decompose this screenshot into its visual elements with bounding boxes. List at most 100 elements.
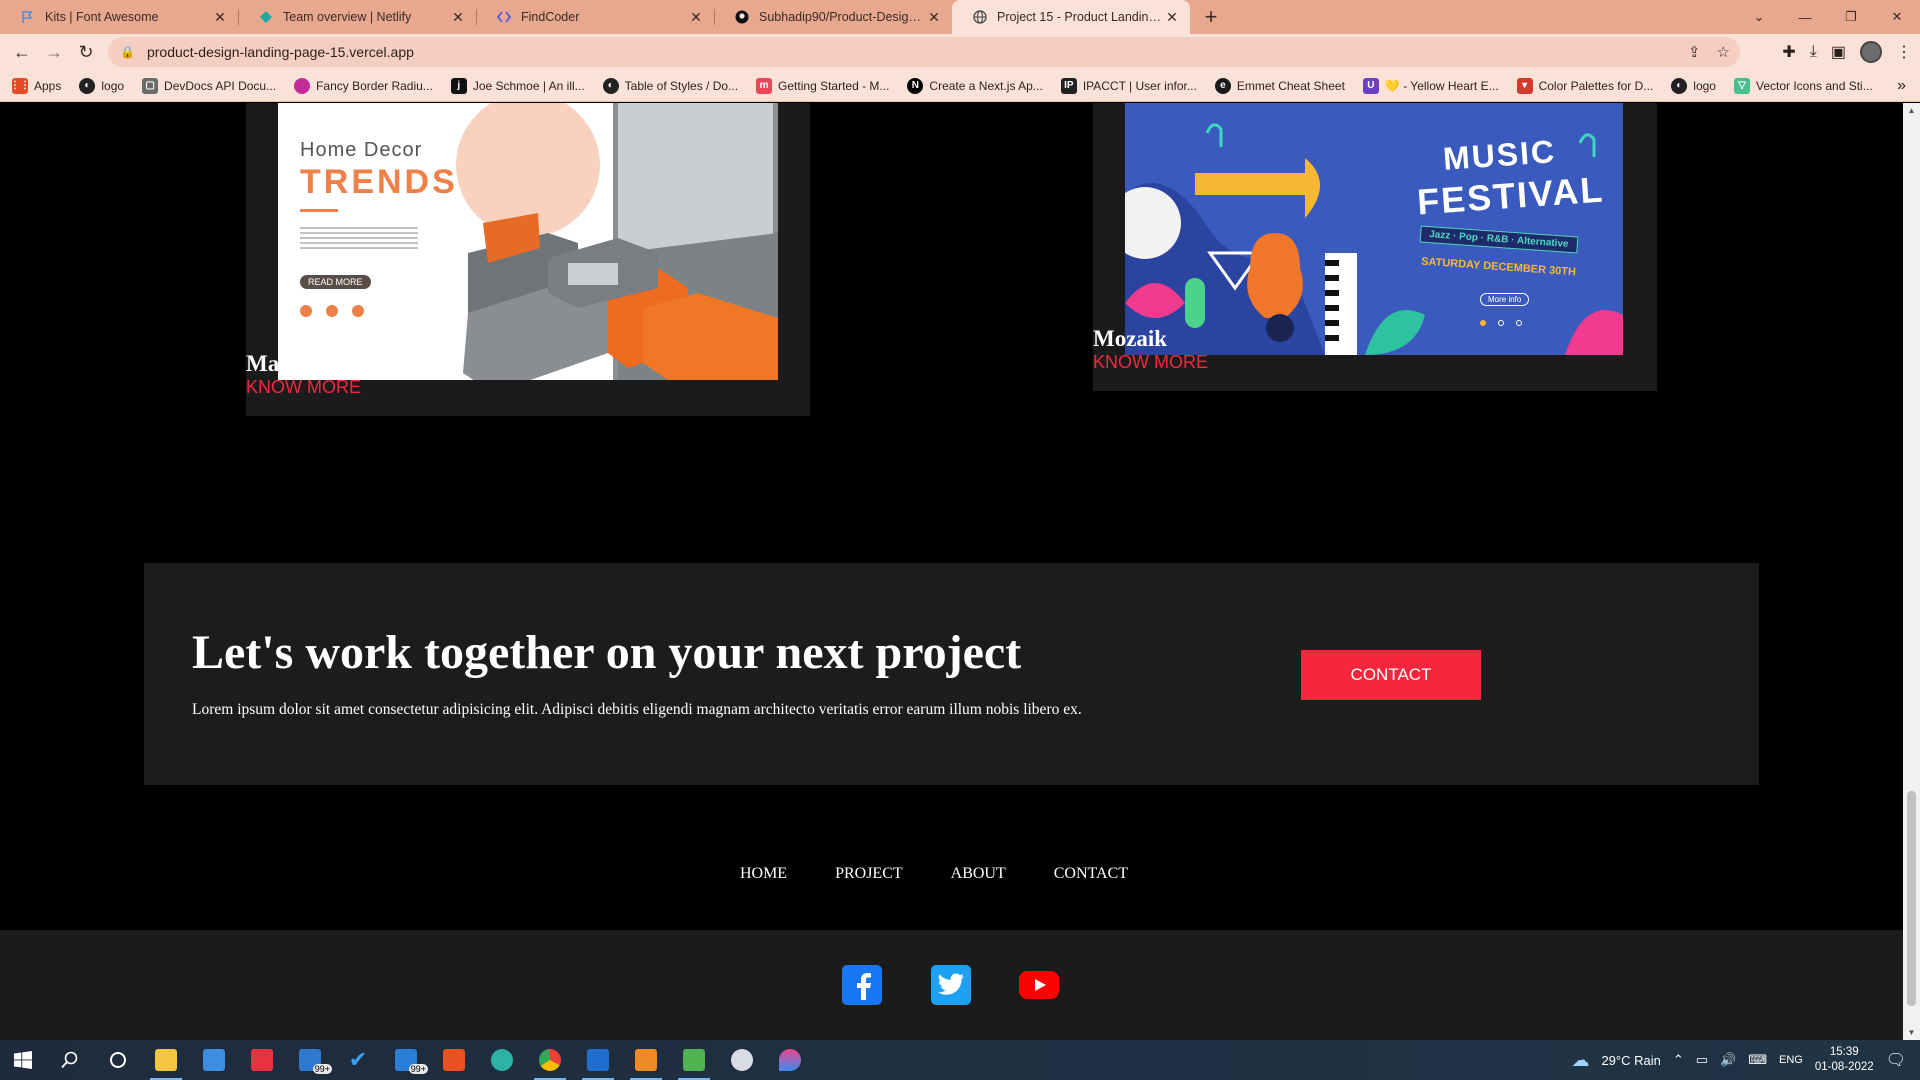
scroll-up-icon[interactable]: ▲	[1903, 106, 1920, 115]
bookmark-joe-schmoe[interactable]: j Joe Schmoe | An ill...	[450, 77, 585, 94]
clock-time: 15:39	[1829, 1046, 1859, 1058]
share-icon[interactable]: ⇪	[1688, 43, 1701, 61]
reload-icon[interactable]: ↻	[70, 36, 102, 68]
youtube-icon[interactable]	[1019, 965, 1059, 1005]
side-panel-icon[interactable]: ▣	[1831, 42, 1846, 62]
star-icon[interactable]: ☆	[1717, 43, 1730, 61]
twitter-icon[interactable]	[931, 965, 971, 1005]
clock[interactable]: 15:39 01-08-2022	[1815, 1045, 1874, 1075]
notification-badge: 99+	[408, 1064, 428, 1074]
close-icon[interactable]: ✕	[212, 9, 228, 26]
music-festival-image[interactable]: MUSIC FESTIVAL Jazz · Pop · R&B · Altern…	[1125, 103, 1623, 355]
bookmark-table-of-styles[interactable]: ◐ Table of Styles / Do...	[602, 77, 738, 94]
close-icon[interactable]: ✕	[926, 9, 942, 26]
tab-font-awesome[interactable]: Kits | Font Awesome ✕	[0, 0, 238, 34]
bookmark-fancy-border[interactable]: Fancy Border Radiu...	[294, 77, 433, 94]
bookmark-devdocs[interactable]: ▢ DevDocs API Docu...	[142, 77, 276, 94]
tab-project-15[interactable]: Project 15 - Product Landing Pag ✕	[952, 0, 1190, 34]
facebook-icon	[300, 305, 312, 317]
logo-icon: ◐	[79, 77, 96, 94]
mail-icon[interactable]: 99+	[286, 1040, 334, 1080]
cortana-icon[interactable]	[94, 1040, 142, 1080]
restore-icon[interactable]: ❐	[1828, 0, 1874, 34]
bookmark-apps[interactable]: ⋮⋮ Apps	[10, 77, 61, 94]
chevron-up-icon[interactable]: ⌃	[1673, 1052, 1684, 1068]
search-icon[interactable]	[46, 1040, 94, 1080]
scrollbar-thumb[interactable]	[1907, 791, 1916, 1006]
system-tray: ☁ 29°C Rain ⌃ ▭ 🔊 ⌨ ENG 15:39 01-08-2022…	[1571, 1040, 1920, 1080]
forward-icon[interactable]: →	[38, 36, 70, 68]
tab-title: FindCoder	[521, 10, 580, 24]
bookmark-yellow-heart[interactable]: U 💛 - Yellow Heart E...	[1362, 77, 1499, 94]
close-icon[interactable]: ✕	[688, 9, 704, 26]
footer-link-about[interactable]: ABOUT	[951, 865, 1006, 883]
menu-icon[interactable]: ⋮	[1896, 42, 1912, 62]
close-icon[interactable]: ✕	[450, 9, 466, 26]
read-more-pill: READ MORE	[300, 275, 371, 289]
bookmark-ipacct[interactable]: IP IPACCT | User infor...	[1060, 77, 1197, 94]
new-tab-button[interactable]: +	[1196, 0, 1226, 34]
address-bar[interactable]: 🔒 product-design-landing-page-15.vercel.…	[108, 37, 1740, 67]
tab-title: Kits | Font Awesome	[45, 10, 159, 24]
lock-icon[interactable]: 🔒	[120, 45, 135, 59]
tab-search-icon[interactable]: ⌄	[1736, 0, 1782, 34]
store-icon[interactable]	[190, 1040, 238, 1080]
paint3d-icon[interactable]	[766, 1040, 814, 1080]
weather-text[interactable]: 29°C Rain	[1601, 1053, 1660, 1068]
chrome-icon[interactable]	[526, 1040, 574, 1080]
know-more-link[interactable]: KNOW MORE	[1093, 352, 1208, 373]
bookmark-logo[interactable]: ◐ logo	[79, 77, 124, 94]
file-explorer-icon[interactable]	[142, 1040, 190, 1080]
notifications-icon[interactable]: 🗨	[1886, 1050, 1906, 1070]
bookmark-color-palettes[interactable]: ▾ Color Palettes for D...	[1516, 77, 1653, 94]
language-text[interactable]: ENG	[1779, 1054, 1803, 1066]
tab-title: Subhadip90/Product-Design-Lan	[759, 10, 926, 24]
bookmark-getting-started[interactable]: m Getting Started - M...	[756, 77, 889, 94]
footer-link-contact[interactable]: CONTACT	[1054, 865, 1128, 883]
home-decor-image[interactable]: Home Decor TRENDS READ MORE	[278, 103, 778, 380]
bookmark-nextjs[interactable]: N Create a Next.js Ap...	[907, 77, 1043, 94]
tab-findcoder[interactable]: FindCoder ✕	[476, 0, 714, 34]
bookmark-vector-icons[interactable]: ▽ Vector Icons and Sti...	[1733, 77, 1873, 94]
decor-social-icons	[300, 305, 364, 317]
contact-button[interactable]: CONTACT	[1301, 650, 1481, 700]
people-icon[interactable]: 99+	[382, 1040, 430, 1080]
office-icon[interactable]	[430, 1040, 478, 1080]
photos-icon[interactable]	[574, 1040, 622, 1080]
volume-icon[interactable]: 🔊	[1720, 1052, 1736, 1068]
gift-icon[interactable]	[238, 1040, 286, 1080]
scroll-down-icon[interactable]: ▼	[1903, 1028, 1920, 1037]
tab-netlify[interactable]: Team overview | Netlify ✕	[238, 0, 476, 34]
clock-date: 01-08-2022	[1814, 1061, 1874, 1073]
paint-icon[interactable]	[718, 1040, 766, 1080]
avatar[interactable]	[1860, 41, 1882, 63]
sublime-icon[interactable]	[622, 1040, 670, 1080]
music-heading: MUSIC	[1441, 133, 1558, 177]
edge-icon[interactable]	[478, 1040, 526, 1080]
findcoder-icon	[496, 9, 512, 25]
know-more-link[interactable]: KNOW MORE	[246, 377, 361, 398]
chevron-right-icon[interactable]: »	[1897, 77, 1906, 95]
download-icon[interactable]: ⤓	[1810, 43, 1817, 61]
notepad-icon[interactable]	[670, 1040, 718, 1080]
netlify-icon	[258, 9, 274, 25]
battery-icon[interactable]: ▭	[1696, 1052, 1708, 1068]
tab-github[interactable]: Subhadip90/Product-Design-Lan ✕	[714, 0, 952, 34]
close-icon[interactable]: ✕	[1164, 9, 1180, 26]
back-icon[interactable]: ←	[6, 36, 38, 68]
minimize-icon[interactable]: —	[1782, 0, 1828, 34]
footer-link-home[interactable]: HOME	[740, 865, 787, 883]
page-scrollbar[interactable]: ▲ ▼	[1903, 103, 1920, 1040]
todo-icon[interactable]: ✔	[334, 1040, 382, 1080]
weather-icon[interactable]: ☁	[1571, 1050, 1589, 1071]
bookmark-logo-2[interactable]: ◐ logo	[1671, 77, 1716, 94]
logo-icon: ◐	[602, 77, 619, 94]
bookmark-emmet[interactable]: e Emmet Cheat Sheet	[1214, 77, 1345, 94]
close-window-icon[interactable]: ✕	[1874, 0, 1920, 34]
facebook-icon[interactable]	[842, 965, 882, 1005]
extensions-icon[interactable]: ✚	[1782, 42, 1795, 62]
keyboard-icon[interactable]: ⌨	[1748, 1052, 1767, 1068]
footer-link-project[interactable]: PROJECT	[835, 865, 903, 883]
trends-heading: TRENDS	[300, 163, 458, 201]
windows-start-icon[interactable]	[0, 1040, 46, 1080]
